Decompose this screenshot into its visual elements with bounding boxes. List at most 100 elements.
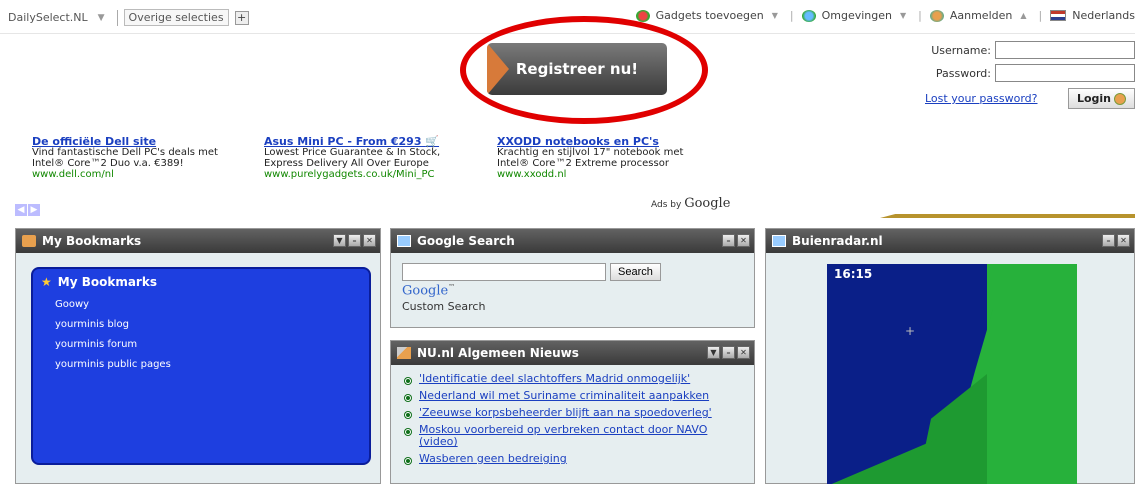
- buienradar-panel: Buienradar.nl – ✕ 16:15 +: [765, 228, 1135, 484]
- radar-map[interactable]: 16:15 +: [827, 264, 1077, 484]
- ad-title[interactable]: XXODD notebooks en PC's: [497, 136, 737, 147]
- register-area: Registreer nu!: [460, 16, 710, 126]
- search-input[interactable]: [402, 263, 606, 281]
- other-selections-tab[interactable]: Overige selecties: [123, 9, 229, 26]
- ad-line: Intel® Core™2 Duo v.a. €389!: [32, 158, 184, 169]
- close-icon[interactable]: ✕: [737, 346, 750, 359]
- separator: [116, 9, 118, 26]
- bookmarks-title: My Bookmarks: [57, 275, 157, 289]
- separator: |: [1038, 9, 1043, 22]
- separator: |: [789, 9, 794, 22]
- close-icon[interactable]: ✕: [1117, 234, 1130, 247]
- lost-password-link[interactable]: Lost your password?: [925, 92, 1038, 105]
- user-icon: [929, 9, 944, 22]
- monitor-icon: [397, 235, 411, 247]
- minimize-icon[interactable]: –: [1102, 234, 1115, 247]
- bookmark-item[interactable]: yourminis public pages: [55, 355, 369, 375]
- ad-asus[interactable]: Asus Mini PC - From €293 🛒 Lowest Price …: [264, 136, 497, 180]
- bullet-icon: [405, 378, 411, 384]
- ad-url[interactable]: www.xxodd.nl: [497, 169, 737, 180]
- ad-dell[interactable]: De officiële Dell site Vind fantastische…: [32, 136, 264, 180]
- edit-icon[interactable]: ▼: [333, 234, 346, 247]
- search-button[interactable]: Search: [610, 263, 661, 281]
- ad-strip: De officiële Dell site Vind fantastische…: [32, 136, 737, 180]
- news-link[interactable]: 'Identificatie deel slachtoffers Madrid …: [419, 373, 690, 385]
- user-icon: [1114, 92, 1126, 105]
- trademark-icon: ™: [448, 283, 456, 291]
- bookmark-item[interactable]: yourminis blog: [55, 315, 369, 335]
- map-land: [827, 439, 937, 484]
- ad-url[interactable]: www.dell.com/nl: [32, 169, 264, 180]
- password-input[interactable]: [995, 64, 1135, 82]
- ad-title[interactable]: De officiële Dell site: [32, 136, 264, 147]
- close-icon[interactable]: ✕: [363, 234, 376, 247]
- google-logo: Google™: [402, 283, 743, 298]
- arrow-icon: [487, 43, 509, 95]
- bookmark-item[interactable]: yourminis forum: [55, 335, 369, 355]
- folder-icon: [22, 235, 36, 247]
- add-tab-icon[interactable]: +: [234, 10, 249, 25]
- news-panel-header[interactable]: NU.nl Algemeen Nieuws ▼ – ✕: [391, 341, 754, 365]
- news-icon: [397, 347, 411, 359]
- password-label: Password:: [935, 66, 991, 80]
- list-item: Nederland wil met Suriname criminaliteit…: [405, 390, 740, 402]
- minimize-icon[interactable]: –: [722, 346, 735, 359]
- list-item: Moskou voorbereid op verbreken contact d…: [405, 424, 740, 448]
- google-brand: Google: [684, 196, 731, 211]
- login-button-label: Login: [1076, 92, 1111, 105]
- ads-by-label: Ads by: [651, 200, 682, 210]
- minimize-icon[interactable]: –: [722, 234, 735, 247]
- ad-line: Lowest Price Guarantee & In Stock,: [264, 147, 441, 158]
- news-link[interactable]: 'Zeeuwse korpsbeheerder blijft aan na sp…: [419, 407, 712, 419]
- google-search-panel-header[interactable]: Google Search – ✕: [391, 229, 754, 253]
- bookmarks-list-box: ★ My Bookmarks Goowy yourminis blog your…: [31, 267, 371, 465]
- ad-url[interactable]: www.purelygadgets.co.uk/Mini_PC: [264, 169, 497, 180]
- login-form: Username: Password: Lost your password? …: [900, 41, 1135, 109]
- ads-by-google[interactable]: Ads by Google: [651, 196, 730, 211]
- close-icon[interactable]: ✕: [737, 234, 750, 247]
- bookmarks-panel-header[interactable]: My Bookmarks ▼ – ✕: [16, 229, 380, 253]
- ad-line: Krachtig en stijlvol 17" notebook met: [497, 147, 684, 158]
- chevron-down-icon[interactable]: ▼: [772, 11, 778, 20]
- register-button-label: Registreer nu!: [515, 60, 639, 78]
- login-button[interactable]: Login: [1067, 88, 1135, 109]
- chevron-up-icon[interactable]: ▲: [1020, 11, 1026, 20]
- monitor-icon: [772, 235, 786, 247]
- list-item: 'Zeeuwse korpsbeheerder blijft aan na sp…: [405, 407, 740, 419]
- google-search-panel: Google Search – ✕ Search Google™ Custom …: [390, 228, 755, 328]
- list-item: Wasberen geen bedreiging: [405, 453, 740, 465]
- chevron-down-icon[interactable]: ▼: [98, 13, 105, 23]
- site-selector[interactable]: DailySelect.NL: [8, 11, 88, 24]
- minimize-icon[interactable]: –: [348, 234, 361, 247]
- sign-in-link[interactable]: Aanmelden: [950, 9, 1013, 22]
- bullet-icon: [405, 429, 411, 435]
- custom-search-caption: Custom Search: [402, 300, 486, 314]
- news-link[interactable]: Wasberen geen bedreiging: [419, 453, 567, 465]
- news-link[interactable]: Nederland wil met Suriname criminaliteit…: [419, 390, 709, 402]
- decorative-divider: [880, 214, 1135, 218]
- ad-title[interactable]: Asus Mini PC - From €293 🛒: [264, 136, 497, 147]
- news-link[interactable]: Moskou voorbereid op verbreken contact d…: [419, 424, 740, 448]
- buienradar-panel-header[interactable]: Buienradar.nl – ✕: [766, 229, 1134, 253]
- chevron-down-icon[interactable]: ▼: [900, 11, 906, 20]
- star-icon: ★: [41, 275, 52, 289]
- bookmark-item[interactable]: Goowy: [55, 295, 369, 315]
- google-logo-text: Google: [402, 283, 449, 299]
- edit-icon[interactable]: ▼: [707, 346, 720, 359]
- ad-xxodd[interactable]: XXODD notebooks en PC's Krachtig en stij…: [497, 136, 737, 180]
- panel-title: Buienradar.nl: [792, 234, 883, 248]
- bullet-icon: [405, 395, 411, 401]
- flag-icon: [1050, 10, 1067, 21]
- bookmarks-panel: My Bookmarks ▼ – ✕ ★ My Bookmarks Goowy …: [15, 228, 381, 484]
- bullet-icon: [405, 458, 411, 464]
- crosshair-icon: +: [905, 324, 916, 338]
- username-input[interactable]: [995, 41, 1135, 59]
- register-button[interactable]: Registreer nu!: [487, 43, 667, 95]
- language-selector[interactable]: Nederlands: [1072, 9, 1135, 22]
- environments-link[interactable]: Omgevingen: [822, 9, 892, 22]
- bullet-icon: [405, 412, 411, 418]
- next-ad-icon[interactable]: ▶: [28, 204, 40, 216]
- prev-ad-icon[interactable]: ◀: [15, 204, 27, 216]
- username-label: Username:: [931, 43, 991, 57]
- panel-title: My Bookmarks: [42, 234, 142, 248]
